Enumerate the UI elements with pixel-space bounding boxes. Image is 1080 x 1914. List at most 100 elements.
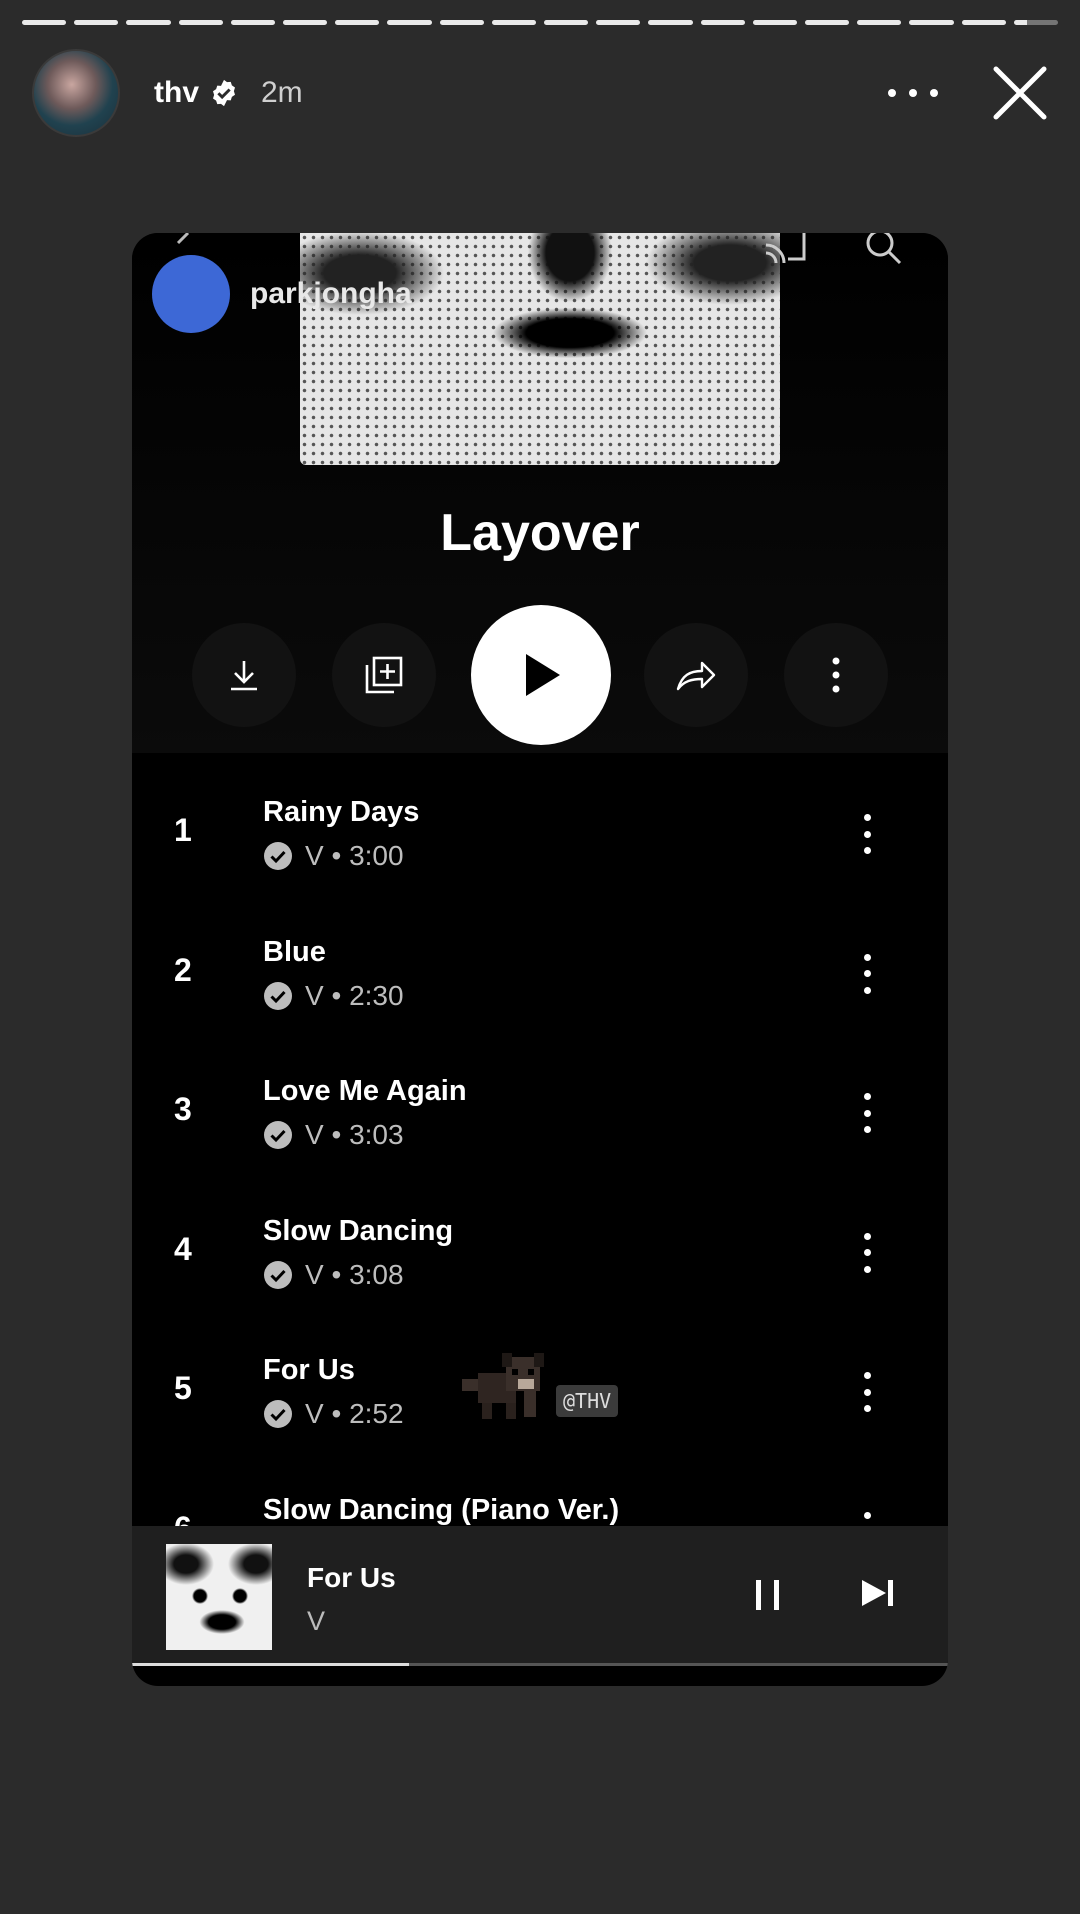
skip-next-icon[interactable] — [860, 1578, 896, 1608]
story-progress-segment — [126, 20, 171, 25]
track-title: Slow Dancing (Piano Ver.) — [263, 1493, 620, 1526]
story-progress-segment — [909, 20, 954, 25]
check-circle-icon — [264, 842, 292, 870]
more-icon[interactable] — [888, 83, 938, 103]
track-meta: V • 3:00 — [263, 840, 404, 872]
play-button[interactable] — [471, 605, 611, 745]
story-progress-segment — [648, 20, 693, 25]
add-to-playlist-button[interactable] — [332, 623, 436, 727]
mini-player[interactable]: For Us V — [132, 1526, 948, 1666]
owner-name: parkjongha — [250, 277, 412, 310]
track-duration: 2:52 — [349, 1398, 404, 1429]
track-title: Blue — [263, 935, 326, 968]
share-icon — [676, 661, 716, 691]
track-row[interactable]: 3 Love Me Again V • 3:03 — [132, 1051, 948, 1190]
track-menu-button[interactable] — [862, 814, 872, 854]
story-progress-bar — [22, 20, 1059, 25]
story-progress-segment — [283, 20, 328, 25]
separator-dot: • — [323, 979, 350, 1011]
playlist-actions — [132, 605, 948, 745]
close-icon[interactable] — [990, 63, 1050, 123]
track-artist[interactable]: V — [305, 1398, 324, 1430]
track-meta: V • 3:08 — [263, 1259, 404, 1291]
story-username[interactable]: thv — [154, 76, 199, 110]
playlist-title: Layover — [440, 504, 640, 562]
story-progress-segment — [544, 20, 589, 25]
puppy-sticker — [462, 1353, 544, 1419]
track-menu-button[interactable] — [862, 953, 872, 994]
track-meta: V • 3:03 — [263, 1119, 404, 1151]
story-progress-segment — [700, 20, 745, 25]
story-progress-segment — [805, 20, 850, 25]
separator-dot: • — [323, 1119, 350, 1150]
story-progress-segment — [752, 20, 798, 25]
track-number: 5 — [174, 1370, 192, 1406]
pause-icon[interactable] — [752, 1578, 784, 1612]
owner-avatar — [152, 255, 230, 333]
track-duration: 3:08 — [349, 1258, 404, 1290]
playlist-owner[interactable]: parkjongha — [152, 255, 412, 333]
track-duration: 2:30 — [349, 979, 404, 1011]
track-artist[interactable]: V — [305, 1259, 324, 1291]
track-artist[interactable]: V — [305, 1119, 324, 1151]
mini-player-title: For Us — [307, 1562, 396, 1593]
story-progress-segment — [387, 20, 432, 25]
track-number: 1 — [174, 812, 192, 848]
track-row[interactable]: 4 Slow Dancing V • 3:08 — [132, 1191, 948, 1330]
track-menu-button[interactable] — [862, 1372, 872, 1412]
check-circle-icon — [264, 1400, 292, 1428]
mini-player-artist: V — [307, 1606, 326, 1636]
mention-tag[interactable]: @THV — [556, 1385, 619, 1417]
story-progress-segment — [491, 20, 537, 25]
story-progress-segment — [230, 20, 276, 25]
track-title: For Us — [263, 1354, 355, 1386]
separator-dot: • — [323, 1398, 350, 1429]
track-title: Slow Dancing — [263, 1214, 454, 1247]
separator-dot: • — [323, 1258, 350, 1290]
track-row[interactable]: 2 Blue V • 2:30 — [132, 912, 948, 1051]
track-artist[interactable]: V — [305, 980, 324, 1012]
story-progress-segment — [961, 20, 1006, 25]
share-button[interactable] — [644, 623, 748, 727]
search-icon[interactable] — [864, 233, 904, 273]
more-vertical-icon — [832, 657, 840, 693]
story-progress-segment — [74, 20, 119, 25]
track-title: Rainy Days — [263, 796, 420, 828]
check-circle-icon — [264, 1121, 292, 1149]
story-progress-segment — [22, 20, 67, 25]
story-time: 2m — [261, 76, 303, 109]
more-options-button[interactable] — [784, 623, 888, 727]
track-title: Love Me Again — [263, 1075, 467, 1107]
check-circle-icon — [264, 1260, 292, 1289]
mini-player-progress-fill — [132, 1663, 410, 1666]
track-number: 3 — [174, 1091, 192, 1127]
track-number: 2 — [174, 951, 192, 988]
story-progress-segment — [335, 20, 380, 25]
add-to-playlist-icon — [365, 656, 403, 694]
playlist-header: parkjongha Layover — [132, 233, 948, 753]
track-artist[interactable]: V — [305, 840, 324, 872]
track-row[interactable]: 1 Rainy Days V • 3:00 — [132, 772, 948, 911]
story-header: thv 2m — [32, 48, 1050, 138]
track-menu-button[interactable] — [862, 1093, 872, 1133]
story-progress-segment — [178, 20, 223, 25]
track-duration: 3:03 — [349, 1119, 404, 1150]
track-menu-button[interactable] — [862, 1232, 872, 1273]
track-meta: V • 2:52 — [263, 1398, 404, 1430]
track-number: 4 — [174, 1230, 192, 1267]
story-progress-segment — [1013, 20, 1059, 25]
check-circle-icon — [264, 981, 292, 1010]
cast-icon[interactable] — [764, 233, 808, 265]
mini-player-progress[interactable] — [132, 1663, 948, 1666]
story-progress-segment — [596, 20, 641, 25]
separator-dot: • — [323, 840, 350, 871]
mini-player-art — [166, 1544, 272, 1650]
track-meta: V • 2:30 — [263, 980, 404, 1012]
story-progress-segment — [857, 20, 902, 25]
verified-icon — [209, 78, 239, 108]
story-progress-segment — [439, 20, 484, 25]
track-duration: 3:00 — [349, 840, 404, 871]
avatar[interactable] — [32, 49, 120, 137]
download-button[interactable] — [192, 623, 296, 727]
download-icon — [231, 661, 257, 691]
